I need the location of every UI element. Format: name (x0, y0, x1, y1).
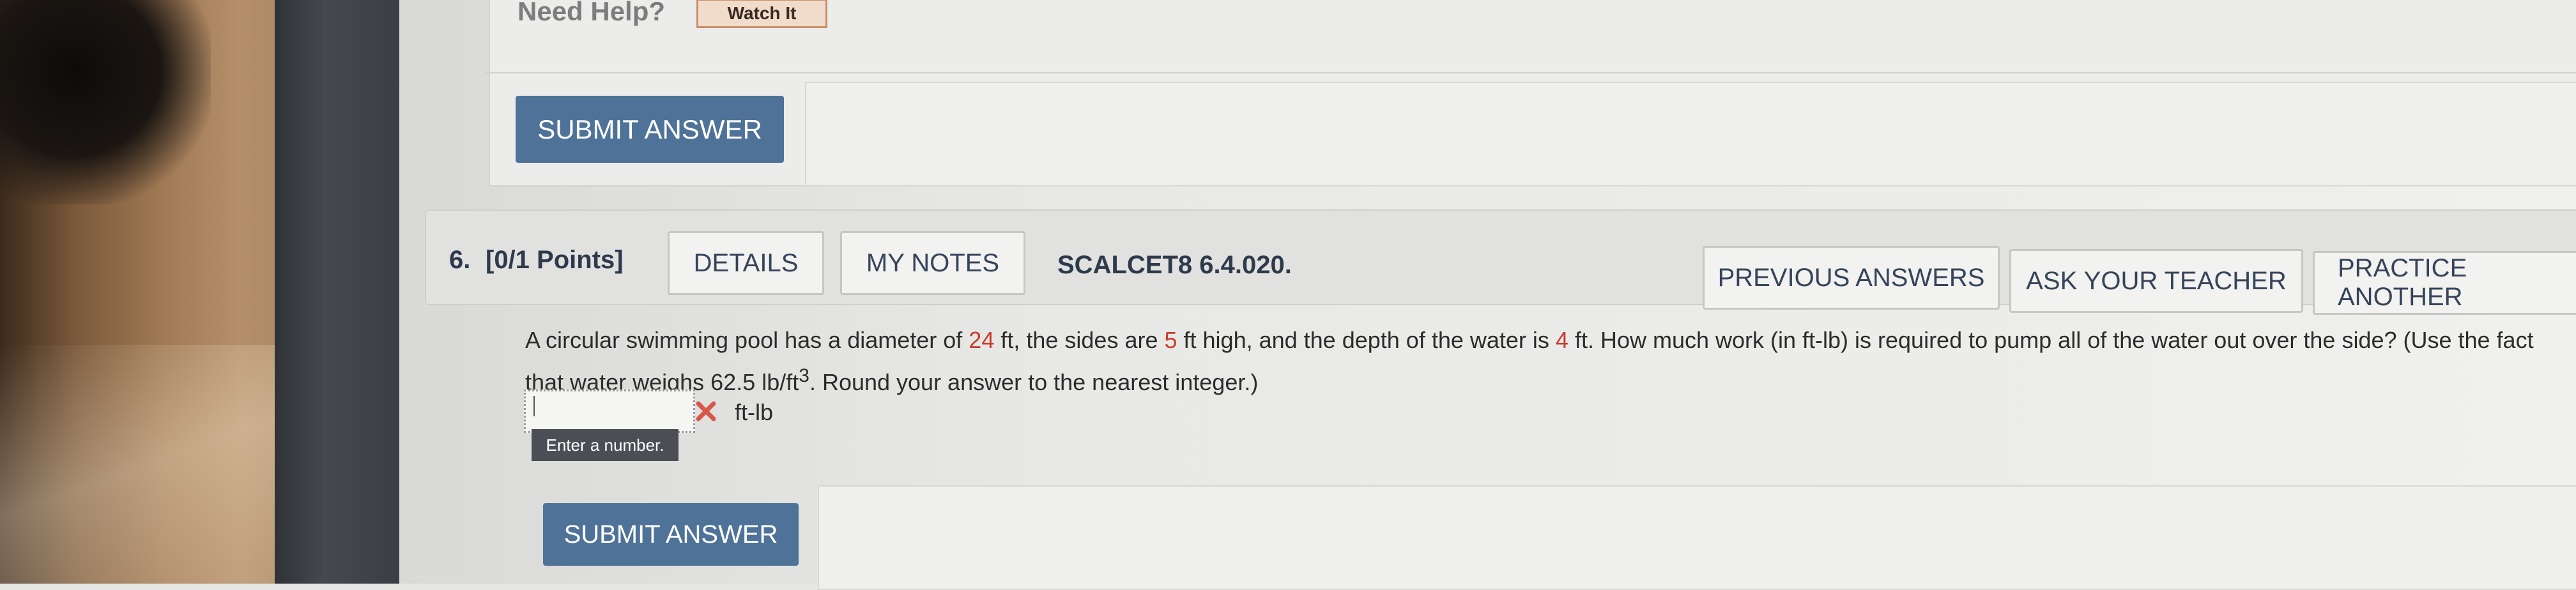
question-code: SCALCET8 6.4.020. (1057, 251, 1292, 279)
my-notes-button[interactable]: MY NOTES (840, 231, 1025, 295)
diameter-value: 24 (969, 327, 995, 353)
monitor-bezel (275, 0, 399, 584)
ask-your-teacher-button[interactable]: ASK YOUR TEACHER (2009, 249, 2303, 313)
submit-answer-button[interactable]: SUBMIT ANSWER (516, 96, 784, 163)
input-tooltip: Enter a number. (532, 429, 678, 461)
incorrect-x-icon (696, 401, 716, 421)
superscript: 3 (799, 365, 809, 386)
depth-value: 4 (1555, 327, 1568, 353)
need-help-label: Need Help? (518, 0, 666, 26)
watch-it-button[interactable]: Watch It (696, 0, 827, 28)
unit-label: ft-lb (735, 399, 774, 425)
question-text-part: . Round your answer to the nearest integ… (809, 369, 1259, 395)
question-text: A circular swimming pool has a diameter … (525, 322, 2570, 400)
text-cursor (533, 396, 535, 416)
question-text-part: A circular swimming pool has a diameter … (525, 327, 969, 353)
question-text-part: ft high, and the depth of the water is (1177, 327, 1556, 353)
background-floor (0, 345, 300, 584)
feedback-box (805, 82, 2576, 186)
previous-answers-button[interactable]: PREVIOUS ANSWERS (1703, 246, 2000, 310)
background-shadow (0, 0, 211, 204)
divider (486, 72, 2576, 73)
submit-answer-button[interactable]: SUBMIT ANSWER (543, 503, 799, 566)
question-number: 6. (449, 246, 471, 274)
sides-value: 5 (1164, 327, 1177, 353)
feedback-box (818, 485, 2576, 590)
answer-input[interactable] (524, 390, 695, 433)
details-button[interactable]: DETAILS (668, 231, 824, 295)
practice-another-button[interactable]: PRACTICE ANOTHER (2313, 251, 2576, 315)
question-points: [0/1 Points] (486, 246, 624, 274)
question-text-part: ft, the sides are (994, 327, 1165, 353)
